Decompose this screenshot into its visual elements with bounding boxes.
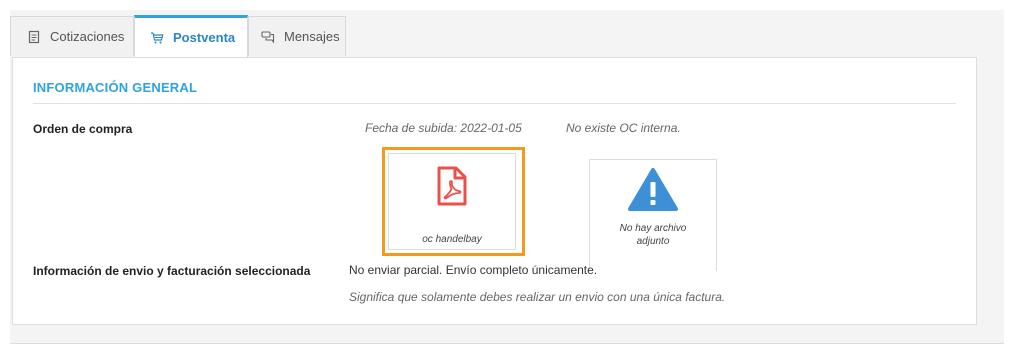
internal-oc-placeholder: No hay archivo adjunto xyxy=(589,159,717,271)
postventa-panel: Cotizaciones Postventa Mensajes INFORMAC… xyxy=(10,10,1004,344)
info-card: INFORMACIÓN GENERAL Orden de compra Fech… xyxy=(12,57,977,325)
tab-cotizaciones[interactable]: Cotizaciones xyxy=(10,16,134,56)
tab-label: Postventa xyxy=(173,30,236,45)
shipping-note: Significa que solamente debes realizar u… xyxy=(349,290,726,304)
no-file-caption-line2: adjunto xyxy=(636,236,670,247)
file-name: oc handelbay xyxy=(422,234,482,245)
purchase-order-label: Orden de compra xyxy=(33,122,133,136)
no-file-caption-line1: No hay archivo xyxy=(619,223,687,234)
tab-mensajes[interactable]: Mensajes xyxy=(248,16,346,56)
purchase-order-file[interactable]: oc handelbay xyxy=(388,153,516,250)
document-icon xyxy=(27,30,41,44)
chat-icon xyxy=(261,30,275,44)
cart-icon xyxy=(150,31,164,45)
section-title: INFORMACIÓN GENERAL xyxy=(33,80,198,95)
tab-label: Mensajes xyxy=(284,29,340,44)
upload-date: Fecha de subida: 2022-01-05 xyxy=(365,121,522,135)
internal-oc-status: No existe OC interna. xyxy=(566,121,681,135)
pdf-icon xyxy=(436,166,468,211)
tab-label: Cotizaciones xyxy=(50,29,125,44)
divider xyxy=(33,103,956,104)
tab-postventa[interactable]: Postventa xyxy=(134,15,248,57)
shipping-label: Información de envio y facturación selec… xyxy=(33,264,311,278)
warning-icon xyxy=(627,167,679,218)
shipping-value: No enviar parcial. Envío completo únicam… xyxy=(349,263,598,277)
